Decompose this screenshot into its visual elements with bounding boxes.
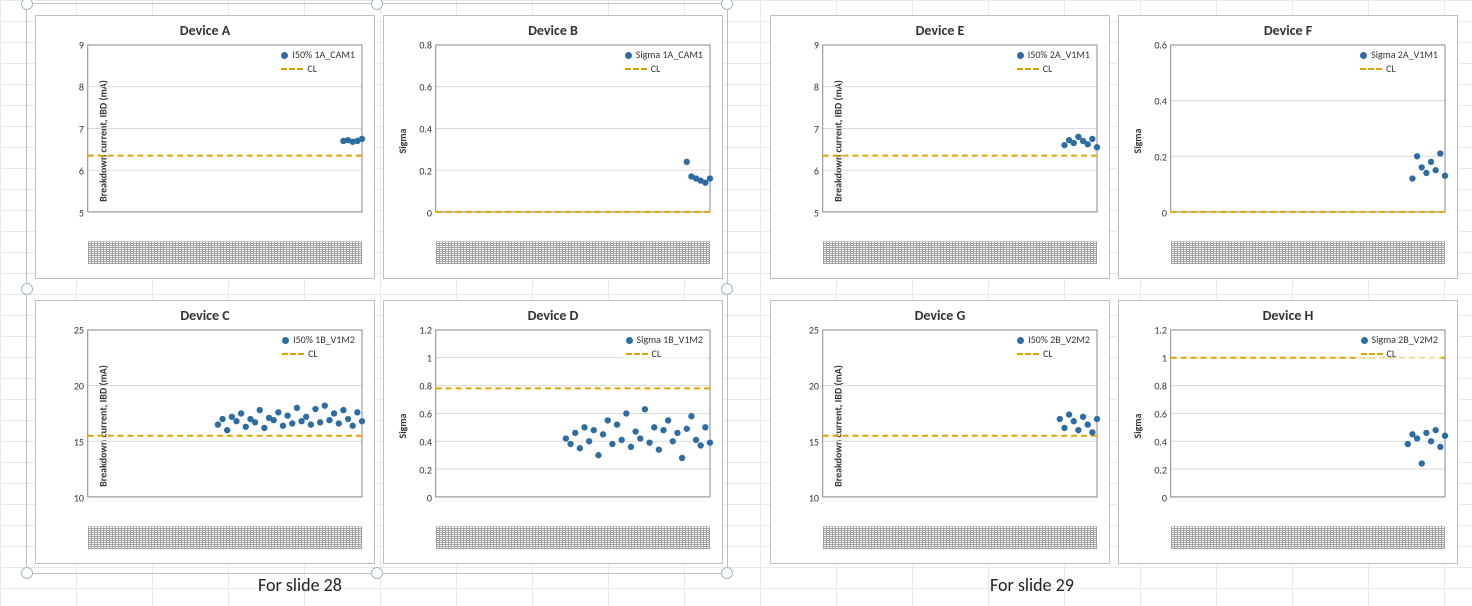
legend: Sigma 2B_V2M2CL bbox=[1358, 332, 1441, 362]
chart-c[interactable]: Device CBreakdown current, IBD (mA)10152… bbox=[35, 300, 375, 564]
legend: I50% 1B_V1M2CL bbox=[279, 332, 358, 362]
legend-cl-label: CL bbox=[1043, 347, 1053, 361]
legend-series-label: Sigma 2A_V1M1 bbox=[1371, 48, 1438, 62]
legend-cl-icon bbox=[1360, 68, 1382, 70]
legend: Sigma 1B_V1M2CL bbox=[623, 332, 706, 362]
legend-cl-label: CL bbox=[308, 347, 318, 361]
x-axis-categories bbox=[823, 241, 1097, 264]
legend-marker-icon bbox=[282, 337, 289, 344]
legend-cl-icon bbox=[1017, 68, 1039, 70]
chart-title: Device A bbox=[44, 22, 366, 39]
legend-series-label: Sigma 1B_V1M2 bbox=[637, 333, 703, 347]
chart-e[interactable]: Device EBreakdown current, IBD (mA)56789… bbox=[770, 15, 1110, 279]
legend-cl-label: CL bbox=[651, 62, 661, 76]
chart-a[interactable]: Device ABreakdown current, IBD (mA)56789… bbox=[35, 15, 375, 279]
legend-series-label: Sigma 1A_CAM1 bbox=[636, 48, 703, 62]
legend-cl-label: CL bbox=[1386, 62, 1396, 76]
chart-g[interactable]: Device GBreakdown current, IBD (mA)10152… bbox=[770, 300, 1110, 564]
x-axis-categories bbox=[88, 526, 362, 549]
legend-cl-label: CL bbox=[652, 347, 662, 361]
legend-marker-icon bbox=[1361, 337, 1368, 344]
legend: I50% 2A_V1M1CL bbox=[1014, 47, 1093, 77]
caption-slide29: For slide 29 bbox=[990, 574, 1074, 596]
chart-title: Device E bbox=[779, 22, 1101, 39]
chart-title: Device F bbox=[1127, 22, 1449, 39]
legend-marker-icon bbox=[625, 52, 632, 59]
chart-title: Device D bbox=[392, 307, 714, 324]
legend: I50% 2B_V2M2CL bbox=[1014, 332, 1093, 362]
legend-cl-icon bbox=[625, 68, 647, 70]
legend-marker-icon bbox=[626, 337, 633, 344]
x-axis-categories bbox=[88, 241, 362, 264]
legend-marker-icon bbox=[1360, 52, 1367, 59]
legend-series-label: I50% 1A_CAM1 bbox=[292, 48, 355, 62]
legend-cl-icon bbox=[626, 353, 648, 355]
caption-slide28: For slide 28 bbox=[258, 574, 342, 596]
chart-title: Device H bbox=[1127, 307, 1449, 324]
chart-d[interactable]: Device DSigma00.20.40.60.811.2Sigma 1B_V… bbox=[383, 300, 723, 564]
legend-cl-icon bbox=[1361, 353, 1383, 355]
legend-cl-icon bbox=[282, 353, 304, 355]
legend-cl-label: CL bbox=[1387, 347, 1397, 361]
legend-cl-icon bbox=[281, 68, 303, 70]
legend-marker-icon bbox=[1017, 337, 1024, 344]
chart-title: Device B bbox=[392, 22, 714, 39]
chart-title: Device G bbox=[779, 307, 1101, 324]
legend-cl-icon bbox=[1017, 353, 1039, 355]
legend-series-label: I50% 2B_V2M2 bbox=[1028, 333, 1090, 347]
legend-cl-label: CL bbox=[307, 62, 317, 76]
legend-marker-icon bbox=[1017, 52, 1024, 59]
legend-cl-label: CL bbox=[1043, 62, 1053, 76]
chart-title: Device C bbox=[44, 307, 366, 324]
legend-series-label: I50% 1B_V1M2 bbox=[293, 333, 355, 347]
legend: Sigma 1A_CAM1CL bbox=[622, 47, 706, 77]
legend-series-label: Sigma 2B_V2M2 bbox=[1372, 333, 1438, 347]
legend: Sigma 2A_V1M1CL bbox=[1357, 47, 1441, 77]
legend-marker-icon bbox=[281, 52, 288, 59]
chart-b[interactable]: Device BSigma00.20.40.60.8Sigma 1A_CAM1C… bbox=[383, 15, 723, 279]
x-axis-categories bbox=[823, 526, 1097, 549]
chart-f[interactable]: Device FSigma00.20.40.6Sigma 2A_V1M1CL bbox=[1118, 15, 1458, 279]
chart-h[interactable]: Device HSigma00.20.40.60.811.2Sigma 2B_V… bbox=[1118, 300, 1458, 564]
x-axis-categories bbox=[436, 241, 710, 264]
legend-series-label: I50% 2A_V1M1 bbox=[1028, 48, 1090, 62]
x-axis-categories bbox=[1171, 526, 1445, 549]
x-axis-categories bbox=[436, 526, 710, 549]
x-axis-categories bbox=[1171, 241, 1445, 264]
legend: I50% 1A_CAM1CL bbox=[278, 47, 358, 77]
